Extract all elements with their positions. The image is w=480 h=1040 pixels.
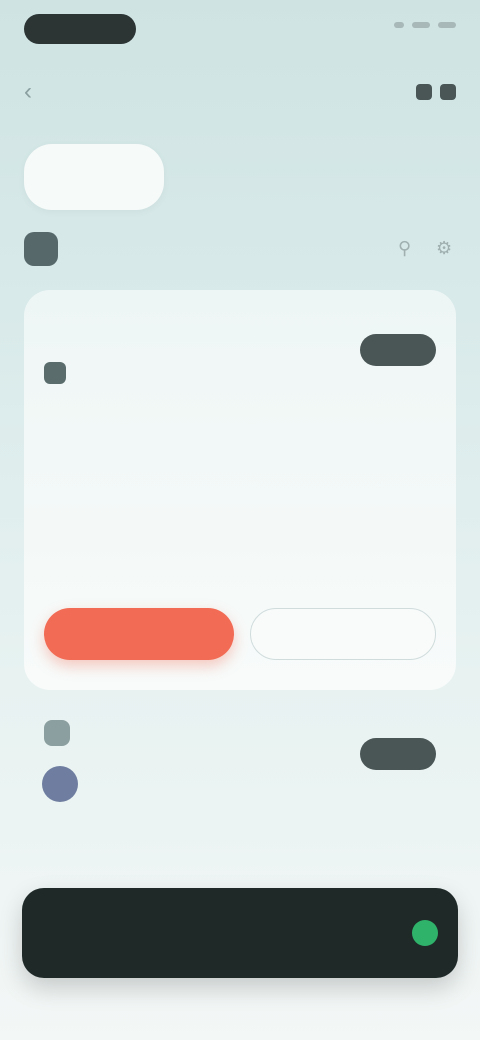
detail-card [24,290,456,690]
account-avatar [24,232,58,266]
status-indicators [394,22,456,28]
bottom-action-bar[interactable] [22,888,458,978]
wifi-icon [412,22,430,28]
signal-icon [394,22,404,28]
detail-row [44,514,436,558]
status-dot-icon [412,920,438,946]
header: ‹ ↗ ⋯ [24,64,456,120]
header-icons: ↗ ⋯ [416,84,456,100]
tab-bar [24,144,456,210]
card-type-icon [44,362,66,384]
settings-icon[interactable]: ⚙ [436,238,456,258]
share-icon[interactable]: ↗ [416,84,432,100]
secondary-action-button[interactable] [250,608,436,660]
back-icon[interactable]: ‹ [24,78,52,106]
card2-type-icon [44,720,70,746]
more-icon[interactable]: ⋯ [440,84,456,100]
account-row[interactable]: ⚲ ⚙ [24,226,456,270]
secondary-card [24,708,456,888]
tab-1[interactable] [24,144,164,210]
detail-row [44,426,436,470]
detail-row [44,470,436,514]
status-badge [360,334,436,366]
card-actions [44,608,436,660]
detail-row [44,558,436,602]
detail-list [44,426,436,602]
tab-2[interactable] [176,144,326,210]
avatar [42,766,78,802]
status-badge [360,738,436,770]
filter-icon[interactable]: ⚲ [398,238,418,258]
status-bar-time-pill [24,14,136,44]
account-actions: ⚲ ⚙ [398,238,456,258]
tab-3[interactable] [326,144,456,210]
primary-action-button[interactable] [44,608,234,660]
battery-icon [438,22,456,28]
